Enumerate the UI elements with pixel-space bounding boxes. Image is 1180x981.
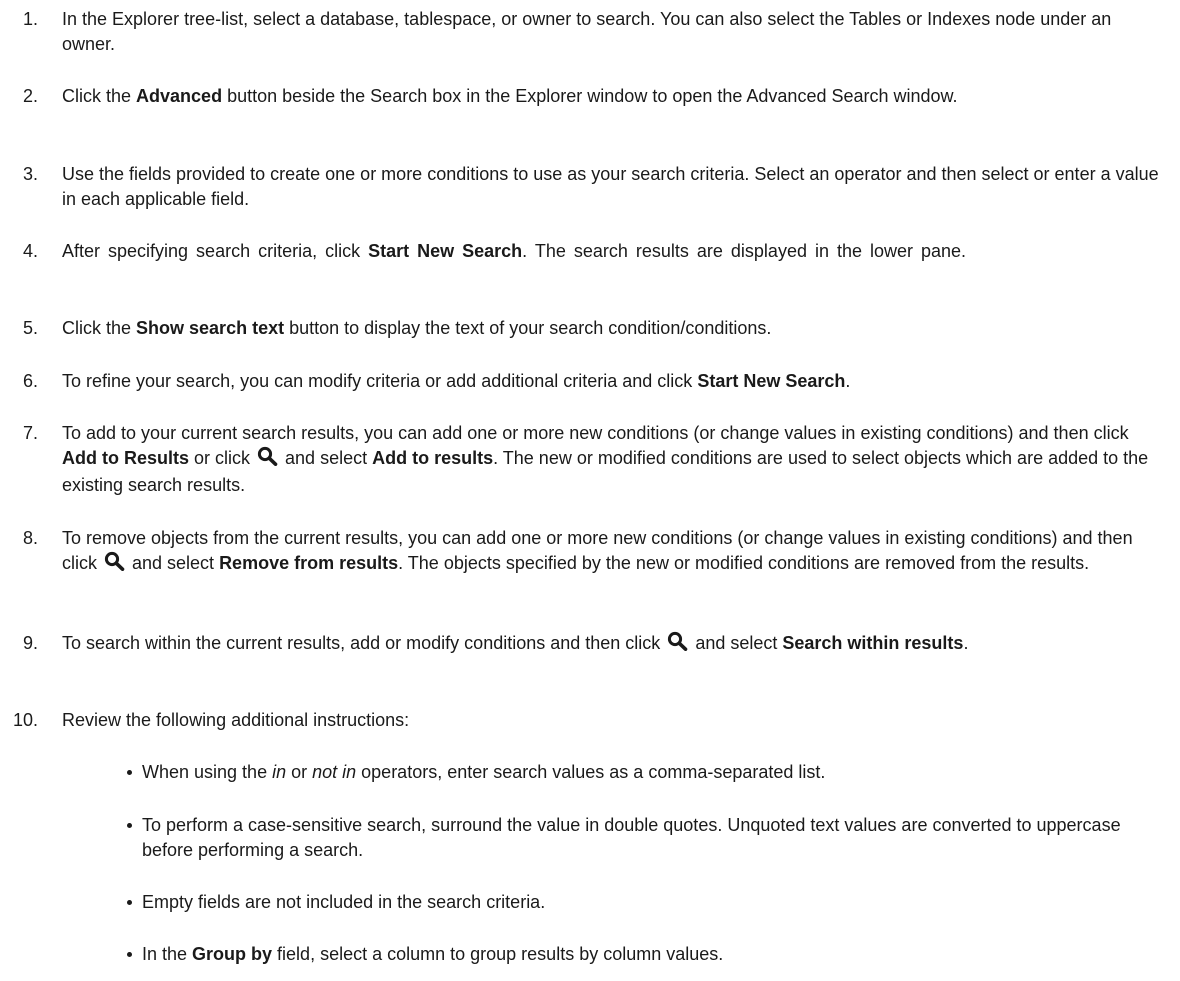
bold-term: Show search text <box>136 318 285 338</box>
bullet-dot <box>127 770 132 775</box>
step-number: 5. <box>22 318 38 338</box>
step-number: 1. <box>22 9 38 29</box>
text-run: To perform a case-sensitive search, surr… <box>142 815 1121 860</box>
step-text: To remove objects from the current resul… <box>62 526 1162 578</box>
text-run: To search within the current results, ad… <box>62 633 666 653</box>
document: 1. In the Explorer tree-list, select a d… <box>0 0 1180 981</box>
text-run: or <box>286 762 313 782</box>
bold-term: Advanced <box>136 86 223 106</box>
step-text: To search within the current results, ad… <box>62 631 1162 658</box>
text-run: Use the fields provided to create one or… <box>62 164 1159 209</box>
step-text: After specifying search criteria, click … <box>62 239 1162 264</box>
step-number: 8. <box>22 528 38 548</box>
bullet-dot <box>127 952 132 957</box>
step-number: 4. <box>22 241 38 261</box>
step-number: 3. <box>22 164 38 184</box>
bullet-dot <box>127 823 132 828</box>
text-run: Click the <box>62 318 137 338</box>
text-run: operators, enter search values as a comm… <box>356 762 826 782</box>
text-run: In the <box>142 944 193 964</box>
bold-term: Add to results <box>372 448 494 468</box>
text-run: button to display the text of your searc… <box>284 318 772 338</box>
step-text: Review the following additional instruct… <box>62 708 1162 733</box>
text-run: . The objects specified by the new or mo… <box>398 553 1090 573</box>
text-run: After specifying search criteria, click <box>62 241 369 261</box>
italic-term: in <box>272 762 287 782</box>
text-run: Empty fields are not included in the sea… <box>142 892 546 912</box>
text-run: and select <box>127 553 220 573</box>
bullet-text: In the Group by field, select a column t… <box>142 942 1162 967</box>
bold-term: Add to Results <box>62 448 190 468</box>
step-text: Click the Advanced button beside the Sea… <box>62 84 1162 109</box>
bold-term: Remove from results <box>219 553 399 573</box>
bold-term: Group by <box>192 944 273 964</box>
bullet-text: Empty fields are not included in the sea… <box>142 890 1162 915</box>
step-text: In the Explorer tree-list, select a data… <box>62 7 1162 57</box>
text-run: To add to your current search results, y… <box>62 423 1129 443</box>
bold-term: Start New Search <box>368 241 523 261</box>
text-run: and select <box>690 633 783 653</box>
text-run: When using the <box>142 762 273 782</box>
text-run: . <box>845 371 851 391</box>
text-run: or click <box>189 448 256 468</box>
search-icon <box>104 551 125 578</box>
search-icon <box>667 631 688 658</box>
text-run: button beside the Search box in the Expl… <box>222 86 958 106</box>
bullet-text: To perform a case-sensitive search, surr… <box>142 813 1162 863</box>
text-run: and select <box>280 448 373 468</box>
search-icon <box>257 446 278 473</box>
step-number: 6. <box>22 371 38 391</box>
bullet-dot <box>127 900 132 905</box>
step-number: 10. <box>12 710 38 730</box>
step-text: To refine your search, you can modify cr… <box>62 369 1162 394</box>
bold-term: Search within results <box>782 633 964 653</box>
text-run: To refine your search, you can modify cr… <box>62 371 698 391</box>
step-text: Click the Show search text button to dis… <box>62 316 1162 341</box>
text-run: . The search results are displayed in th… <box>522 241 967 261</box>
text-run: In the Explorer tree-list, select a data… <box>62 9 1112 54</box>
text-run: . <box>963 633 969 653</box>
bold-term: Start New Search <box>697 371 846 391</box>
text-run: Click the <box>62 86 137 106</box>
bullet-text: When using the in or not in operators, e… <box>142 760 1162 785</box>
text-run: Review the following additional instruct… <box>62 710 410 730</box>
italic-term: not in <box>312 762 357 782</box>
step-number: 9. <box>22 633 38 653</box>
step-number: 7. <box>22 423 38 443</box>
step-text: To add to your current search results, y… <box>62 421 1162 498</box>
step-text: Use the fields provided to create one or… <box>62 162 1162 212</box>
text-run: field, select a column to group results … <box>272 944 724 964</box>
step-number: 2. <box>22 86 38 106</box>
